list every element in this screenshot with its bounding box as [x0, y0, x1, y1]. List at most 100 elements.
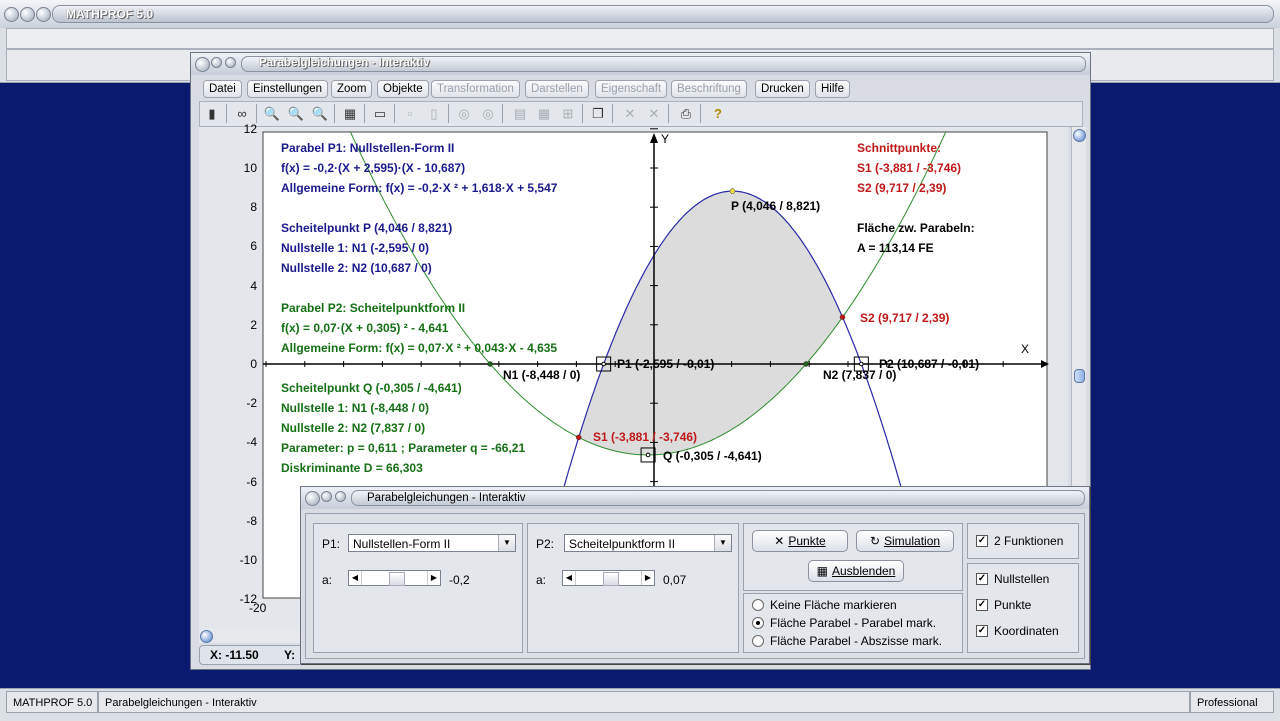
- vertex-p-marker[interactable]: [729, 188, 736, 194]
- arrow-left-icon[interactable]: ◀: [563, 571, 576, 585]
- horizontal-scrollbar[interactable]: [199, 629, 309, 643]
- toolbar-separator: [582, 104, 583, 123]
- p2-title: Parabel P2: Scheitelpunktform II: [281, 301, 466, 315]
- checkbox-points[interactable]: ✓ Punkte: [976, 598, 1031, 612]
- help-icon[interactable]: ?: [708, 104, 728, 123]
- target-icon[interactable]: ◎: [478, 104, 498, 123]
- mobile-icon[interactable]: ▮: [202, 104, 222, 123]
- scroll-left-button[interactable]: [200, 630, 213, 643]
- functions-panel: ✓ 2 Funktionen: [967, 523, 1079, 559]
- intersection-s2-info: S2 (9,717 / 2,39): [857, 181, 947, 195]
- maximize-window-button[interactable]: [36, 7, 51, 22]
- dialog-title-bar: Parabelgleichungen - Interaktiv: [301, 487, 1089, 509]
- root-n1-marker[interactable]: [487, 361, 493, 367]
- properties-icon[interactable]: ▦: [340, 104, 360, 123]
- simulation-button[interactable]: ↻ Simulation: [856, 530, 954, 552]
- minimize-window-button[interactable]: [20, 7, 35, 22]
- arrow-right-icon[interactable]: ▶: [427, 571, 440, 585]
- arrange-icon[interactable]: ⊞: [558, 104, 578, 123]
- label-p2-root: P2 (10,687 / -0,01): [879, 357, 980, 371]
- p2-general: Allgemeine Form: f(x) = 0,07·X ² + 0,043…: [281, 341, 558, 355]
- window-icon[interactable]: ▭: [370, 104, 390, 123]
- grid-icon[interactable]: ▦: [534, 104, 554, 123]
- zoom-out-icon[interactable]: 🔍: [262, 104, 282, 123]
- radio-no-area[interactable]: Keine Fläche markieren: [752, 598, 897, 612]
- vertex-q-marker-dot: [645, 452, 651, 458]
- status-bar: MATHPROF 5.0 Parabelgleichungen - Intera…: [0, 688, 1280, 721]
- p1-form-select[interactable]: Nullstellen-Form II ▼: [348, 534, 516, 552]
- refresh-icon: ↻: [869, 534, 881, 548]
- root-n2-marker[interactable]: [803, 361, 809, 367]
- copy-icon[interactable]: ❐: [588, 104, 608, 123]
- label-vertex-q: Q (-0,305 / -4,641): [663, 449, 762, 463]
- hide-button-label: Ausblenden: [831, 564, 896, 578]
- y-tick-label: 4: [250, 278, 257, 293]
- menu-eigenschaft[interactable]: Eigenschaft: [595, 80, 668, 98]
- chevron-down-icon[interactable]: ▼: [498, 535, 515, 551]
- dialog-close-button[interactable]: [305, 491, 320, 506]
- toolbar-separator: [226, 104, 227, 123]
- close-window-button[interactable]: [4, 7, 19, 22]
- radio-parabola-parabola[interactable]: Fläche Parabel - Parabel mark.: [752, 616, 936, 630]
- arrow-right-icon[interactable]: ▶: [641, 571, 654, 585]
- p2-equation: f(x) = 0,07·(X + 0,305) ² - 4,641: [281, 321, 449, 335]
- p1-select-value: Nullstellen-Form II: [353, 537, 451, 551]
- menu-beschriftung[interactable]: Beschriftung: [671, 80, 747, 98]
- cross-icon[interactable]: ✕: [620, 104, 640, 123]
- scroll-thumb[interactable]: [1074, 369, 1085, 383]
- hide-icon: ▦: [816, 564, 828, 578]
- chevron-down-icon[interactable]: ▼: [714, 535, 731, 551]
- child-minimize-button[interactable]: [211, 57, 222, 68]
- p2-select-value: Scheitelpunktform II: [569, 537, 676, 551]
- p1-a-slider[interactable]: ◀ ▶: [348, 570, 441, 586]
- radio-parabola-abscissa[interactable]: Fläche Parabel - Abszisse mark.: [752, 634, 942, 648]
- vertical-scrollbar[interactable]: [1071, 127, 1086, 537]
- menu-transformation[interactable]: Transformation: [431, 80, 520, 98]
- y-tick-label: 8: [250, 200, 257, 215]
- toolbar-separator: [502, 104, 503, 123]
- menu-drucken[interactable]: Drucken: [755, 80, 810, 98]
- menu-zoom[interactable]: Zoom: [331, 80, 373, 98]
- box-icon[interactable]: ▫: [400, 104, 420, 123]
- child-title: Parabelgleichungen - Interaktiv: [259, 57, 430, 69]
- print-icon[interactable]: ⎙: [676, 104, 696, 123]
- glasses-icon[interactable]: ∞: [232, 104, 252, 123]
- y-tick-label: 6: [250, 239, 257, 254]
- scroll-up-button[interactable]: [1073, 129, 1086, 142]
- p1-slider-thumb[interactable]: [389, 572, 405, 586]
- circle-icon[interactable]: ◎: [454, 104, 474, 123]
- p2-form-select[interactable]: Scheitelpunktform II ▼: [564, 534, 732, 552]
- child-maximize-button[interactable]: [225, 57, 236, 68]
- zoom-in-icon[interactable]: 🔍: [310, 104, 330, 123]
- zoom-icon[interactable]: 🔍: [286, 104, 306, 123]
- p2-slider-thumb[interactable]: [603, 572, 619, 586]
- intersection-s2-marker[interactable]: [839, 314, 846, 320]
- checkbox-roots[interactable]: ✓ Nullstellen: [976, 572, 1049, 586]
- crosshair-icon: ✕: [774, 534, 785, 548]
- dialog-maximize-button[interactable]: [335, 491, 346, 502]
- checkbox-coordinates[interactable]: ✓ Koordinaten: [976, 624, 1059, 638]
- p2-label: P2:: [536, 537, 555, 551]
- double-box-icon[interactable]: ▯: [424, 104, 444, 123]
- cross-double-icon[interactable]: ✕: [644, 104, 664, 123]
- x-tick-label-left: -20: [249, 601, 267, 615]
- checkbox-points-label: Punkte: [994, 598, 1032, 612]
- p1-a-label: a:: [322, 573, 333, 587]
- intersection-s1-marker[interactable]: [575, 434, 582, 441]
- arrow-left-icon[interactable]: ◀: [349, 571, 362, 585]
- dialog-minimize-button[interactable]: [321, 491, 332, 502]
- table-icon[interactable]: ▤: [510, 104, 530, 123]
- child-close-button[interactable]: [195, 57, 210, 72]
- menu-hilfe[interactable]: Hilfe: [815, 80, 851, 98]
- intersection-s1-info: S1 (-3,881 / -3,746): [857, 161, 962, 175]
- hide-button[interactable]: ▦ Ausblenden: [808, 560, 904, 582]
- menu-objekte[interactable]: Objekte: [377, 80, 429, 98]
- p2-a-slider[interactable]: ◀ ▶: [562, 570, 655, 586]
- radio-parabola-parabola-label: Fläche Parabel - Parabel mark.: [770, 616, 937, 630]
- menu-darstellen[interactable]: Darstellen: [525, 80, 589, 98]
- points-button[interactable]: ✕ Punkte: [752, 530, 848, 552]
- checkbox-two-functions[interactable]: ✓ 2 Funktionen: [976, 534, 1063, 548]
- p2-vertex: Scheitelpunkt Q (-0,305 / -4,641): [281, 381, 462, 395]
- menu-datei[interactable]: Datei: [203, 80, 242, 98]
- menu-einstellungen[interactable]: Einstellungen: [247, 80, 329, 98]
